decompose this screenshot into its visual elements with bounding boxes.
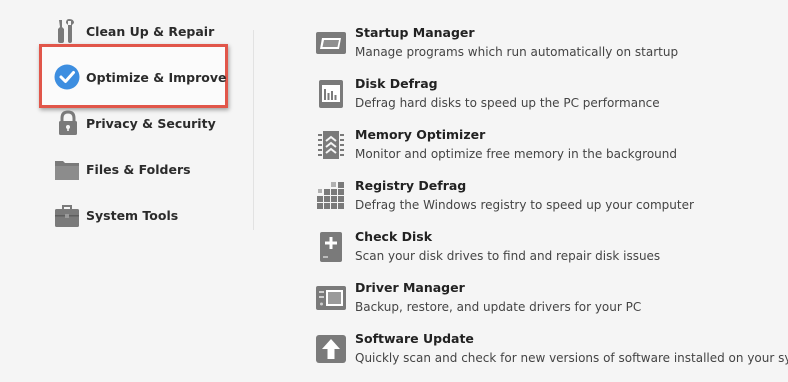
toolbox-icon xyxy=(52,200,82,230)
tool-description: Monitor and optimize free memory in the … xyxy=(355,147,678,161)
tool-description: Scan your disk drives to find and repair… xyxy=(355,249,661,263)
sidebar-divider xyxy=(253,30,254,230)
startup-window-icon xyxy=(314,26,348,60)
tool-title: Registry Defrag xyxy=(355,178,467,193)
sidebar-item-label: Files & Folders xyxy=(86,161,191,177)
sidebar-item-label: Clean Up & Repair xyxy=(86,23,215,39)
sidebar: Clean Up & Repair Optimize & Improve Pri… xyxy=(0,0,256,382)
sidebar-item-files-folders[interactable]: Files & Folders xyxy=(52,154,191,184)
tool-title: Driver Manager xyxy=(355,280,465,295)
sidebar-item-label: System Tools xyxy=(86,207,179,223)
disk-defrag-icon xyxy=(314,77,348,111)
check-disk-plus-icon xyxy=(314,230,348,264)
tool-description: Backup, restore, and update drivers for … xyxy=(355,300,642,314)
sidebar-item-label: Optimize & Improve xyxy=(86,69,227,85)
tool-description: Defrag hard disks to speed up the PC per… xyxy=(355,96,660,110)
tool-description: Defrag the Windows registry to speed up … xyxy=(355,198,694,212)
sidebar-item-system-tools[interactable]: System Tools xyxy=(52,200,178,230)
upload-arrow-icon xyxy=(314,332,348,366)
tool-description: Manage programs which run automatically … xyxy=(355,45,679,59)
checkmark-circle-icon xyxy=(52,62,82,92)
wrench-brush-icon xyxy=(52,16,82,46)
tool-title: Memory Optimizer xyxy=(355,127,486,142)
tool-title: Startup Manager xyxy=(355,25,475,40)
tool-title: Software Update xyxy=(355,331,474,346)
sidebar-item-label: Privacy & Security xyxy=(86,115,216,131)
sidebar-item-privacy-security[interactable]: Privacy & Security xyxy=(52,108,216,138)
tool-title: Disk Defrag xyxy=(355,76,438,91)
padlock-icon xyxy=(52,108,82,138)
registry-blocks-icon xyxy=(314,179,348,213)
folder-icon xyxy=(52,154,82,184)
memory-chip-icon xyxy=(314,128,348,162)
tool-title: Check Disk xyxy=(355,229,433,244)
tool-description: Quickly scan and check for new versions … xyxy=(355,351,788,365)
sidebar-item-optimize-improve[interactable]: Optimize & Improve xyxy=(52,62,227,92)
sidebar-item-clean-up-repair[interactable]: Clean Up & Repair xyxy=(52,16,214,46)
driver-device-icon xyxy=(314,281,348,315)
